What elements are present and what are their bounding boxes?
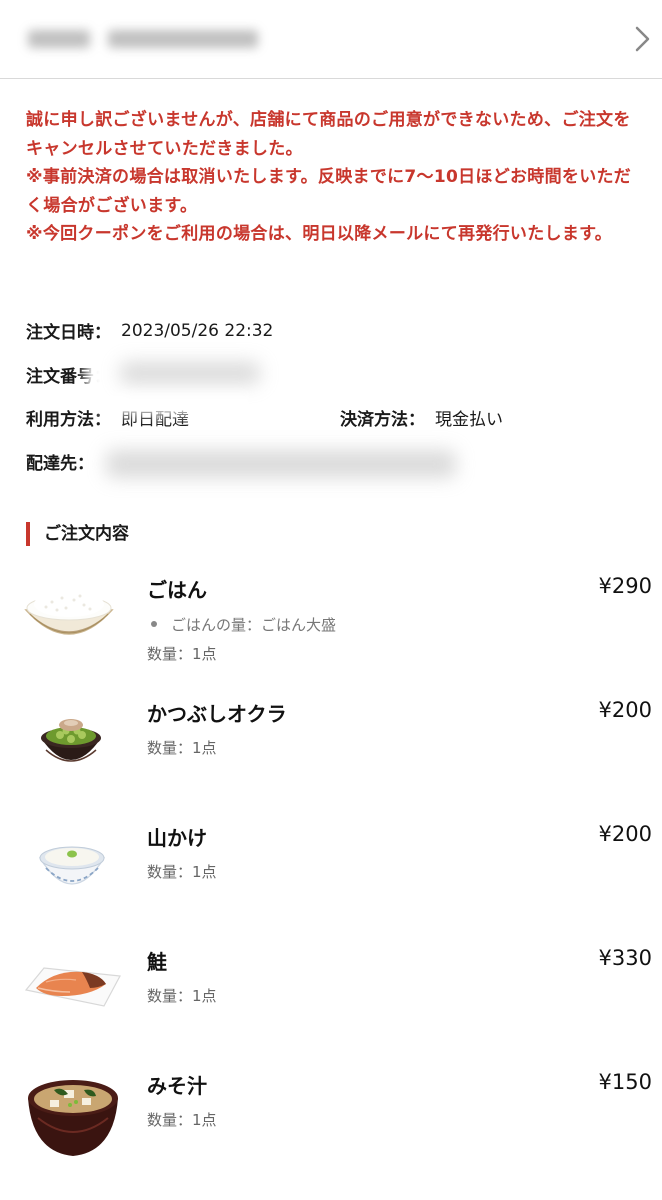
payment-value: 現金払い: [435, 410, 503, 430]
okra-bowl-icon: [41, 719, 101, 762]
payment-row: 決済方法： 現金払い: [340, 405, 503, 430]
rice-bowl-icon: [24, 591, 114, 635]
delivery-row: 配達先：: [26, 449, 94, 474]
item-quantity: 数量：1点: [147, 1111, 217, 1129]
bullet-icon: [151, 621, 157, 627]
delivery-label: 配達先：: [26, 454, 94, 474]
item-price: ¥150: [598, 1070, 652, 1094]
item-name: みそ汁: [147, 1074, 207, 1098]
header-bar[interactable]: [0, 0, 662, 79]
item-name: ごはん: [147, 578, 207, 602]
order-date-value: 2023/05/26 22:32: [121, 320, 274, 341]
item-price: ¥200: [598, 822, 652, 846]
miso-soup-bowl-icon: [28, 1080, 118, 1156]
notice-line-1: 誠に申し訳ございませんが、店舗にて商品のご用意ができないため、ご注文をキャンセル…: [26, 110, 631, 159]
item-name: 鮭: [147, 950, 167, 974]
blurred-order-number: [120, 362, 260, 384]
notice-line-3: ※今回クーポンをご利用の場合は、明日以降メールにて再発行いたします。: [26, 224, 613, 244]
payment-label: 決済方法：: [340, 410, 425, 430]
usage-label: 利用方法：: [26, 410, 111, 430]
blurred-store-name: [28, 28, 278, 54]
item-option-text: ごはんの量：ごはん大盛: [171, 616, 337, 634]
notice-line-2: ※事前決済の場合は取消いたします。反映までに7〜10日ほどお時間をいただく場合が…: [26, 167, 632, 216]
item-quantity: 数量：1点: [147, 987, 217, 1005]
order-date-row: 注文日時： 2023/05/26 22:32: [26, 318, 274, 344]
item-name: 山かけ: [147, 826, 207, 850]
order-date-label: 注文日時：: [26, 323, 111, 343]
item-name: かつぶしオクラ: [147, 702, 287, 726]
item-quantity: 数量：1点: [147, 645, 217, 663]
item-option: ごはんの量：ごはん大盛: [147, 614, 336, 635]
item-quantity: 数量：1点: [147, 739, 217, 757]
section-title-order-contents: ご注文内容: [26, 522, 129, 546]
salmon-plate-icon: [24, 967, 121, 1007]
cancellation-notice: 誠に申し訳ございませんが、店舗にて商品のご用意ができないため、ご注文をキャンセル…: [26, 106, 646, 249]
item-price: ¥200: [598, 698, 652, 722]
blur-mask: [100, 396, 250, 414]
chevron-right-icon[interactable]: [628, 22, 656, 56]
item-price: ¥290: [598, 574, 652, 598]
blurred-delivery-address: [106, 450, 456, 478]
item-price: ¥330: [598, 946, 652, 970]
yamakake-bowl-icon: [38, 846, 106, 885]
item-quantity: 数量：1点: [147, 863, 217, 881]
